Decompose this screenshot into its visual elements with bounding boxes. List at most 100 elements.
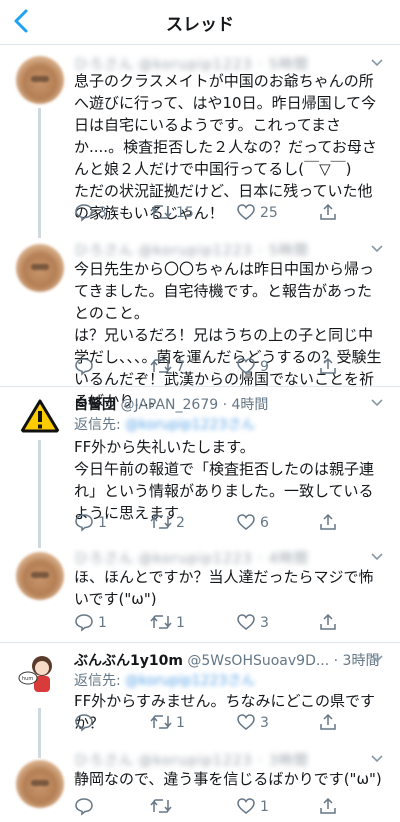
heart-icon [237,614,255,630]
like-button[interactable]: 9 [236,356,269,378]
retweet-button[interactable]: 7 [150,356,185,378]
reply-to-link[interactable]: @korupip1223さん [125,673,255,689]
reply-button[interactable] [74,712,98,734]
share-icon [320,713,336,730]
tweet-divider [0,386,400,387]
share-button[interactable] [318,612,338,634]
like-count: 6 [260,515,269,531]
user-handle[interactable]: @korupip1223 · 5時間 [138,240,308,260]
avatar[interactable] [16,760,64,808]
heart-icon [237,358,255,374]
retweet-icon [150,615,172,629]
tweet-actions: 1 3 [74,712,374,734]
tweet-text: FF外から失礼いたします。 今日午前の報道で「検査拒否したのは親子連れ」という情… [74,438,375,522]
share-icon [320,797,336,814]
chevron-down-icon[interactable] [370,398,384,408]
share-button[interactable] [318,712,338,734]
reply-to-line: 返信先: @korupip1223さん [74,414,255,434]
chevron-down-icon[interactable] [370,552,384,562]
share-button[interactable] [318,202,338,224]
heart-icon [237,714,255,730]
chevron-down-icon[interactable] [370,58,384,68]
reply-to-link[interactable]: @korupip1223さん [125,417,255,433]
reply-to-label: 返信先: [74,417,121,433]
tweet-header: 自警団 @JAPAN_2679 · 4時間 [74,394,268,414]
user-handle[interactable]: @korupip1223 · 4時間 [138,548,308,568]
retweet-count: 1 [176,615,185,631]
tweet-text: 息子のクラスメイトが中国のお爺ちゃんの所へ遊びに行って、はや10日。昨日帰国して… [74,72,377,222]
retweet-button[interactable] [150,796,176,818]
user-name[interactable]: ひろさん [74,750,134,770]
chevron-down-icon[interactable] [370,654,384,664]
user-handle[interactable]: @korupip1223 · 3時間 [138,750,308,770]
avatar[interactable]: hum [16,648,64,696]
share-icon [320,613,336,630]
like-button[interactable]: 1 [236,796,269,818]
share-button[interactable] [318,356,338,378]
like-button[interactable]: 3 [236,612,269,634]
retweet-count: 2 [176,515,185,531]
reply-button[interactable]: 3 [74,202,107,224]
user-handle[interactable]: @JAPAN_2679 · 4時間 [120,397,268,413]
thread-connector [38,438,41,548]
share-button[interactable] [318,796,338,818]
tweet-text: 今日先生から〇〇ちゃんは昨日中国から帰ってきました。自宅待機です。と報告があった… [74,260,382,410]
avatar[interactable] [16,244,64,292]
retweet-count: 1 [176,715,185,731]
tweet-header: ひろさん @korupip1223 · 4時間 [74,548,309,568]
reply-icon [75,358,93,376]
top-bar: スレッド [0,0,400,45]
tweet-actions: 1 2 6 [74,512,374,534]
tweet-header: ひろさん @korupip1223 · 3時間 [74,750,309,770]
share-button[interactable] [318,512,338,534]
like-button[interactable]: 25 [236,202,278,224]
like-count: 1 [260,799,269,815]
like-count: 9 [260,359,269,375]
user-name[interactable]: 自警団 [74,397,116,413]
thread-connector [38,708,41,758]
reply-button[interactable] [74,356,98,378]
like-count: 3 [260,715,269,731]
retweet-count: 15 [176,205,194,221]
reply-icon [75,714,93,732]
reply-icon [75,614,93,632]
share-icon [320,203,336,220]
tweet-actions: 3 15 25 [74,202,374,224]
heart-icon [237,798,255,814]
like-count: 25 [260,205,278,221]
retweet-icon [150,205,172,219]
like-button[interactable]: 3 [236,712,269,734]
avatar[interactable] [16,56,64,104]
retweet-button[interactable]: 1 [150,612,185,634]
avatar[interactable] [16,552,64,600]
like-count: 3 [260,615,269,631]
heart-icon [237,204,255,220]
share-icon [320,513,336,530]
retweet-button[interactable]: 1 [150,712,185,734]
chevron-down-icon[interactable] [370,244,384,254]
tweet-divider [0,642,400,643]
user-name[interactable]: ひろさん [74,240,134,260]
retweet-button[interactable]: 2 [150,512,185,534]
thread-connector [38,108,41,238]
svg-text:hum: hum [22,676,33,682]
girl-illustration-icon: hum [18,656,52,692]
user-name[interactable]: ぶんぶん1y10m [74,653,183,669]
user-handle[interactable]: @5WsOHSuoav9D... · 3時間 [187,653,379,669]
reply-button[interactable] [74,796,98,818]
retweet-button[interactable]: 15 [150,202,194,224]
reply-button[interactable]: 1 [74,512,107,534]
chevron-down-icon[interactable] [370,754,384,764]
reply-count: 3 [98,205,107,221]
share-icon [320,357,336,374]
tweet-header: ひろさん @korupip1223 · 5時間 [74,240,309,260]
avatar[interactable] [16,392,64,440]
reply-to-label: 返信先: [74,673,121,689]
user-name[interactable]: ひろさん [74,548,134,568]
tweet-text: ほ、ほんとですか？当人達だったらマジで怖いです("ω") [74,568,374,608]
tweet-actions: 1 1 3 [74,612,374,634]
reply-to-line: 返信先: @korupip1223さん [74,670,255,690]
retweet-icon [150,715,172,729]
reply-button[interactable]: 1 [74,612,107,634]
like-button[interactable]: 6 [236,512,269,534]
